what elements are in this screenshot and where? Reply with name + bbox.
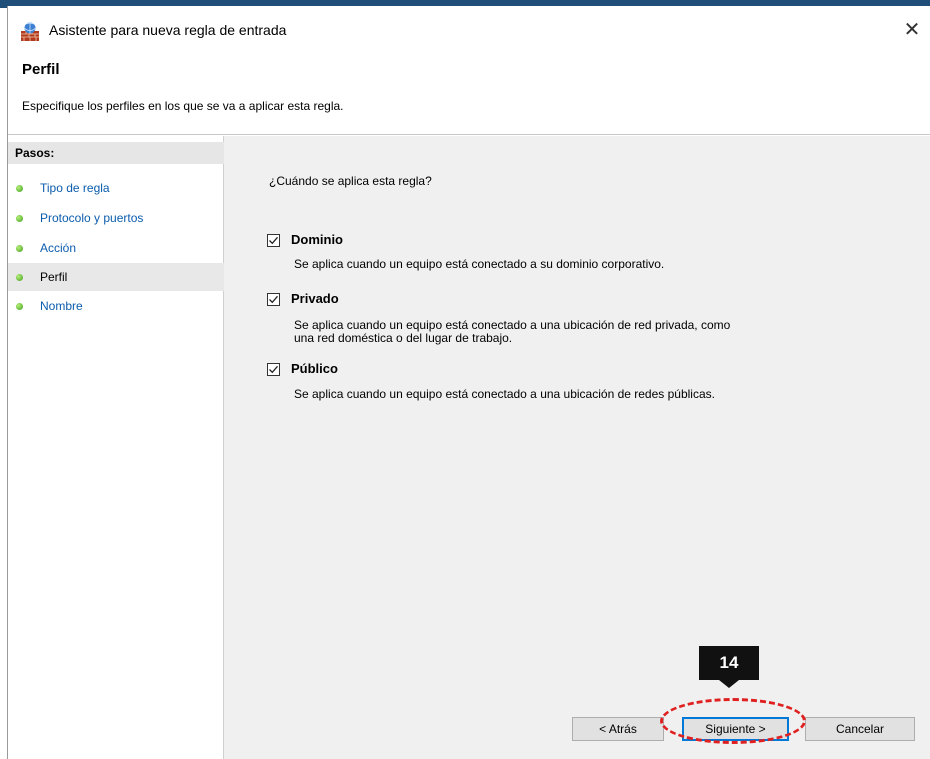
step-status-icon	[16, 245, 23, 252]
sidebar-item-nombre[interactable]: Nombre	[8, 292, 224, 320]
sidebar-item-perfil: Perfil	[8, 263, 224, 291]
public-checkbox-label[interactable]: Público	[291, 361, 338, 376]
steps-sidebar: Pasos: Tipo de regla Protocolo y puertos…	[8, 136, 224, 759]
window-title: Asistente para nueva regla de entrada	[49, 22, 287, 38]
public-description: Se aplica cuando un equipo está conectad…	[294, 388, 834, 401]
cancel-button[interactable]: Cancelar	[805, 717, 915, 741]
step-status-icon	[16, 185, 23, 192]
next-button-highlight	[660, 698, 806, 744]
sidebar-item-label: Nombre	[40, 299, 83, 313]
description-line: Se aplica cuando un equipo está conectad…	[294, 257, 665, 271]
step-status-icon	[16, 215, 23, 222]
steps-title: Pasos:	[8, 142, 224, 164]
checkmark-icon	[269, 236, 278, 245]
step-status-icon	[16, 303, 23, 310]
wizard-window: Asistente para nueva regla de entrada ✕ …	[7, 6, 930, 759]
header-divider	[8, 134, 930, 135]
public-checkbox[interactable]	[267, 363, 280, 376]
sidebar-item-tipo-de-regla[interactable]: Tipo de regla	[8, 174, 224, 202]
callout-pointer	[719, 680, 739, 688]
sidebar-item-accion[interactable]: Acción	[8, 234, 224, 262]
domain-checkbox-label[interactable]: Dominio	[291, 232, 343, 247]
checkmark-icon	[269, 295, 278, 304]
domain-description: Se aplica cuando un equipo está conectad…	[294, 258, 834, 271]
page-subtitle: Especifique los perfiles en los que se v…	[22, 99, 344, 113]
page-title: Perfil	[22, 61, 60, 78]
private-checkbox[interactable]	[267, 293, 280, 306]
close-button[interactable]: ✕	[894, 14, 930, 44]
close-icon: ✕	[903, 18, 921, 41]
step-status-icon	[16, 274, 23, 281]
description-line: Se aplica cuando un equipo está conectad…	[294, 387, 715, 401]
title-bar: Asistente para nueva regla de entrada ✕	[8, 6, 930, 56]
domain-checkbox[interactable]	[267, 234, 280, 247]
description-line: una red doméstica o del lugar de trabajo…	[294, 331, 513, 345]
checkmark-icon	[269, 365, 278, 374]
sidebar-item-protocolo-y-puertos[interactable]: Protocolo y puertos	[8, 204, 224, 232]
question-label: ¿Cuándo se aplica esta regla?	[269, 174, 432, 188]
sidebar-item-label: Protocolo y puertos	[40, 211, 144, 225]
step-number-callout: 14	[699, 646, 759, 680]
sidebar-item-label: Acción	[40, 241, 77, 255]
private-checkbox-label[interactable]: Privado	[291, 291, 339, 306]
private-description: Se aplica cuando un equipo está conectad…	[294, 319, 834, 345]
content-panel: ¿Cuándo se aplica esta regla? Dominio Se…	[224, 136, 930, 759]
firewall-icon	[21, 22, 39, 41]
sidebar-item-label: Perfil	[40, 270, 68, 284]
sidebar-item-label: Tipo de regla	[40, 181, 110, 195]
back-button[interactable]: < Atrás	[572, 717, 664, 741]
